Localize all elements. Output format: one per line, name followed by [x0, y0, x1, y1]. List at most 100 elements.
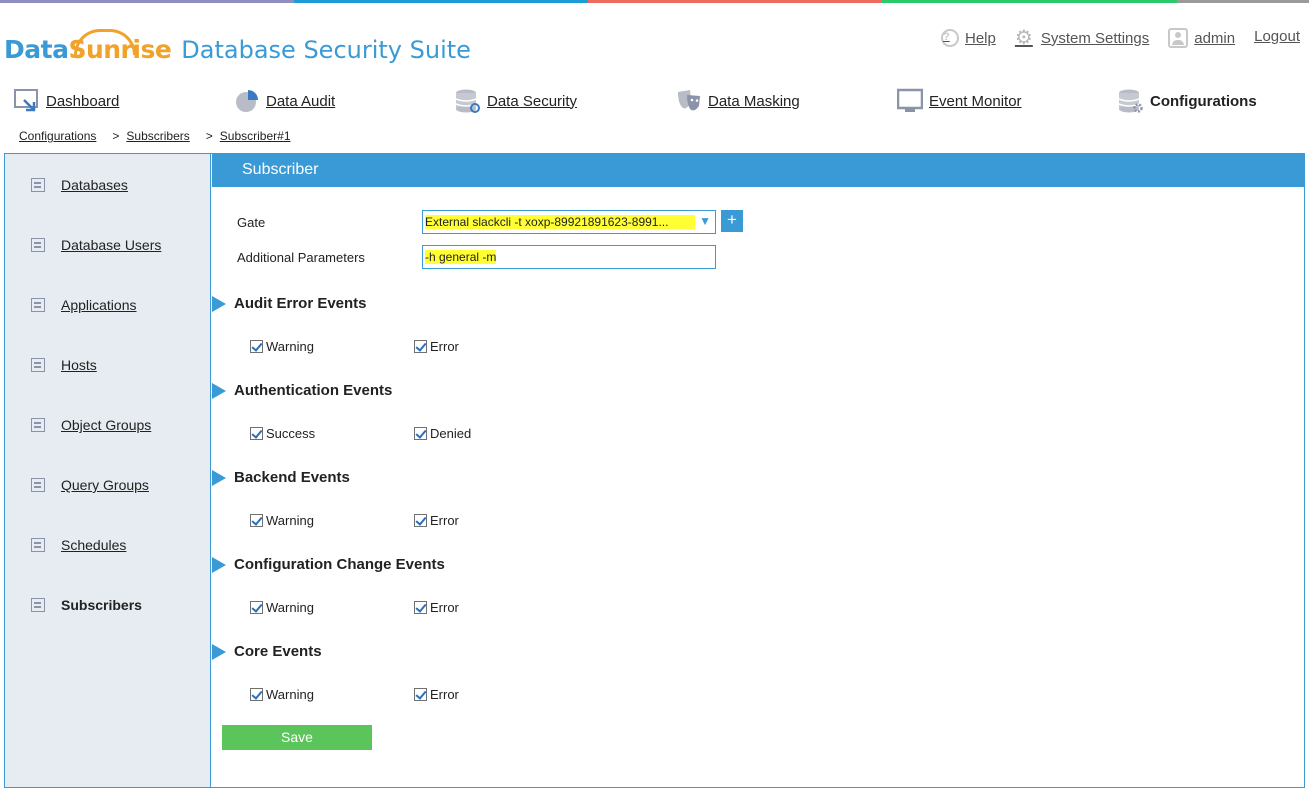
save-button[interactable]: Save	[222, 725, 372, 750]
sidebar-item-label: Object Groups	[61, 417, 152, 433]
logout-link[interactable]: Logout	[1254, 28, 1300, 45]
add-gate-button[interactable]: +	[721, 210, 743, 232]
admin-link[interactable]: admin	[1168, 28, 1235, 48]
dashboard-icon	[14, 88, 40, 114]
sidebar: Databases Database Users Applications Ho…	[5, 154, 211, 787]
sidebar-item-applications[interactable]: Applications	[31, 297, 137, 313]
checkbox-label: Warning	[266, 339, 314, 354]
additional-parameters-input[interactable]: -h general -m	[422, 245, 716, 269]
breadcrumb: Configurations > Subscribers > Subscribe…	[19, 129, 291, 143]
gate-select[interactable]: External slackcli -t xoxp-89921891623-89…	[422, 210, 716, 234]
nav-data-masking-label: Data Masking	[708, 92, 800, 110]
user-icon	[1168, 28, 1189, 48]
nav-configurations-label: Configurations	[1150, 92, 1257, 110]
checkbox-checked-icon	[414, 601, 427, 614]
breadcrumb-separator: >	[112, 129, 120, 143]
sidebar-item-database-users[interactable]: Database Users	[31, 237, 161, 253]
section-title: Audit Error Events	[234, 295, 367, 312]
checkbox-label: Warning	[266, 687, 314, 702]
nav-event-monitor-label: Event Monitor	[929, 92, 1022, 110]
nav-data-security[interactable]: Data Security	[455, 88, 577, 114]
section-expand-icon[interactable]	[212, 470, 226, 486]
checkbox-configuration-change-warning[interactable]: Warning	[250, 600, 314, 615]
additional-parameters-label: Additional Parameters	[237, 250, 365, 265]
sunrise-arc-icon	[74, 29, 137, 55]
section-title: Authentication Events	[234, 382, 393, 399]
checkbox-label: Denied	[430, 426, 472, 441]
database-gear-icon	[1118, 88, 1144, 114]
subscriber-form: Subscriber Gate External slackcli -t xox…	[212, 154, 1305, 787]
gate-label: Gate	[237, 215, 266, 230]
section-expand-icon[interactable]	[212, 644, 226, 660]
nav-data-audit[interactable]: Data Audit	[234, 88, 335, 114]
checkbox-label: Error	[430, 513, 459, 528]
checkbox-core-error[interactable]: Error	[414, 687, 459, 702]
additional-parameters-value: -h general -m	[425, 250, 497, 264]
nav-dashboard[interactable]: Dashboard	[14, 88, 119, 114]
checkbox-audit-error-warning[interactable]: Warning	[250, 339, 314, 354]
checkbox-authentication-success[interactable]: Success	[250, 426, 315, 441]
app-logo: Data Sunrise Database Security Suite	[4, 24, 471, 64]
system-settings-label: System Settings	[1040, 29, 1150, 47]
stripe-segment	[588, 0, 883, 3]
stripe-segment	[1176, 0, 1309, 3]
top-color-stripe	[0, 0, 1309, 3]
database-lock-icon	[455, 88, 481, 114]
gate-value: External slackcli -t xoxp-89921891623-89…	[425, 215, 695, 229]
nav-event-monitor[interactable]: Event Monitor	[896, 88, 1022, 114]
list-icon	[31, 538, 45, 552]
stripe-segment	[294, 0, 589, 3]
monitor-icon	[896, 88, 924, 114]
checkbox-audit-error-error[interactable]: Error	[414, 339, 459, 354]
logo-data-text: Data	[4, 35, 69, 64]
section-title: Core Events	[234, 643, 322, 660]
sidebar-item-subscribers[interactable]: Subscribers	[31, 597, 142, 613]
checkbox-checked-icon	[250, 427, 263, 440]
theater-masks-icon	[676, 88, 702, 114]
nav-configurations[interactable]: Configurations	[1118, 88, 1257, 114]
breadcrumb-separator: >	[205, 129, 213, 143]
nav-data-masking[interactable]: Data Masking	[676, 88, 800, 114]
section-expand-icon[interactable]	[212, 383, 226, 399]
section-expand-icon[interactable]	[212, 296, 226, 312]
list-icon	[31, 358, 45, 372]
checkbox-configuration-change-error[interactable]: Error	[414, 600, 459, 615]
checkbox-core-warning[interactable]: Warning	[250, 687, 314, 702]
checkbox-checked-icon	[414, 688, 427, 701]
app-title: Database Security Suite	[181, 36, 471, 64]
list-icon	[31, 178, 45, 192]
breadcrumb-configurations[interactable]: Configurations	[19, 129, 96, 143]
list-icon	[31, 478, 45, 492]
checkbox-checked-icon	[414, 340, 427, 353]
list-icon	[31, 418, 45, 432]
breadcrumb-subscriber[interactable]: Subscriber#1	[220, 129, 291, 143]
sidebar-item-object-groups[interactable]: Object Groups	[31, 417, 151, 433]
panel-title: Subscriber	[212, 154, 1305, 187]
help-icon: ?	[941, 29, 959, 47]
checkbox-backend-error[interactable]: Error	[414, 513, 459, 528]
sidebar-item-label: Applications	[61, 297, 137, 313]
admin-label: admin	[1194, 29, 1236, 47]
sidebar-item-label: Schedules	[61, 537, 127, 553]
sidebar-item-schedules[interactable]: Schedules	[31, 537, 126, 553]
help-link[interactable]: ? Help	[941, 29, 996, 47]
gear-icon: ⚙	[1014, 27, 1033, 49]
sidebar-item-query-groups[interactable]: Query Groups	[31, 477, 149, 493]
breadcrumb-subscribers[interactable]: Subscribers	[126, 129, 189, 143]
checkbox-checked-icon	[250, 688, 263, 701]
list-icon	[31, 238, 45, 252]
checkbox-label: Error	[430, 687, 459, 702]
section-expand-icon[interactable]	[212, 557, 226, 573]
list-icon	[31, 298, 45, 312]
checkbox-checked-icon	[250, 601, 263, 614]
checkbox-authentication-denied[interactable]: Denied	[414, 426, 471, 441]
checkbox-backend-warning[interactable]: Warning	[250, 513, 314, 528]
sidebar-item-hosts[interactable]: Hosts	[31, 357, 97, 373]
system-settings-link[interactable]: ⚙ System Settings	[1015, 28, 1149, 48]
stripe-segment	[882, 0, 1177, 3]
main-nav: Dashboard Data Audit Data Security Data …	[0, 88, 1309, 118]
sidebar-item-databases[interactable]: Databases	[31, 177, 128, 193]
nav-dashboard-label: Dashboard	[46, 92, 120, 110]
checkbox-checked-icon	[250, 340, 263, 353]
sidebar-item-label: Database Users	[61, 237, 162, 253]
